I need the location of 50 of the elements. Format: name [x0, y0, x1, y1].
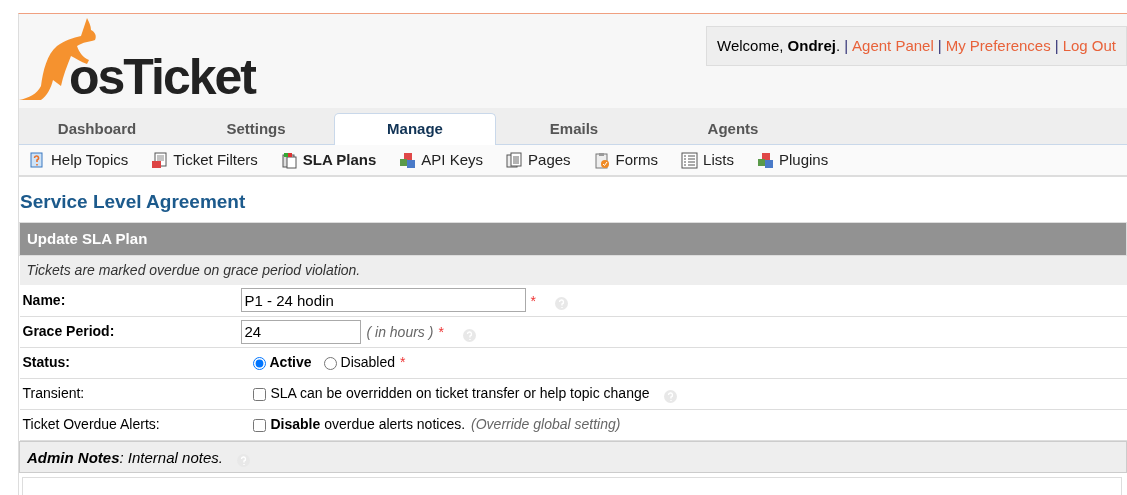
nav-tab[interactable]: Settings: [175, 114, 337, 144]
nav-tab[interactable]: Dashboard: [16, 114, 178, 144]
cubes-icon: [399, 151, 417, 169]
document-flag-icon: [280, 151, 298, 169]
separator: |: [844, 35, 849, 56]
required-mark: *: [530, 292, 536, 309]
required-mark: *: [438, 324, 444, 340]
form-note: Tickets are marked overdue on grace period violation.: [19, 255, 1127, 285]
field-label: Name:: [22, 291, 66, 308]
field-label: Ticket Overdue Alerts:: [22, 416, 160, 432]
field-label: Transient:: [22, 385, 85, 401]
field-label: Grace Period:: [22, 323, 115, 339]
hint-text: ( in hours ): [366, 324, 434, 340]
subnav-link[interactable]: Forms: [593, 148, 659, 172]
subnav-link[interactable]: Lists: [681, 148, 734, 172]
admin-notes-header: Admin Notes: Internal notes.: [27, 448, 223, 466]
hint-text: (Override global setting): [471, 416, 621, 432]
grace-period-field[interactable]: 24: [240, 319, 361, 344]
checkbox[interactable]: [252, 418, 266, 432]
subnav-link[interactable]: Plugins: [756, 148, 829, 172]
nav-tab[interactable]: Agents: [652, 114, 814, 144]
form-header: Update SLA Plan: [19, 222, 1127, 256]
nav-tab[interactable]: Emails: [493, 114, 655, 144]
clipboard-check-icon: [593, 151, 611, 169]
checkbox[interactable]: [252, 387, 266, 401]
separator: |: [937, 35, 942, 56]
list-icon: [681, 151, 699, 169]
radio-label: Disabled: [340, 354, 395, 370]
checkbox-label: Disable overdue alerts notices.: [270, 416, 466, 432]
cubes-icon: [756, 151, 774, 169]
document-icon: [506, 151, 524, 169]
separator: |: [1054, 35, 1059, 56]
radio-button[interactable]: [323, 356, 337, 370]
page-title: Service Level Agreement: [20, 190, 247, 214]
radio-button[interactable]: [252, 356, 266, 370]
subnav-link[interactable]: API Keys: [399, 148, 484, 172]
help-topic-icon: [29, 151, 46, 169]
subnav-link[interactable]: Pages: [506, 148, 571, 172]
name-field[interactable]: P1 - 24 hodin: [240, 288, 526, 313]
checkbox-label: SLA can be overridden on ticket transfer or help topic change: [270, 385, 650, 401]
nav-tab[interactable]: Manage: [334, 113, 496, 145]
field-label: Status:: [22, 354, 70, 370]
radio-label: Active: [269, 354, 312, 370]
document-brick-icon: [151, 151, 169, 169]
required-mark: *: [400, 354, 406, 370]
welcome-text: Welcome, Ondrej.: [717, 35, 841, 56]
subnav-link[interactable]: Ticket Filters: [151, 148, 258, 172]
logo-text: osTicket: [69, 52, 255, 102]
subnav-link[interactable]: Help Topics: [29, 148, 129, 172]
subnav-link[interactable]: SLA Plans: [280, 148, 377, 172]
